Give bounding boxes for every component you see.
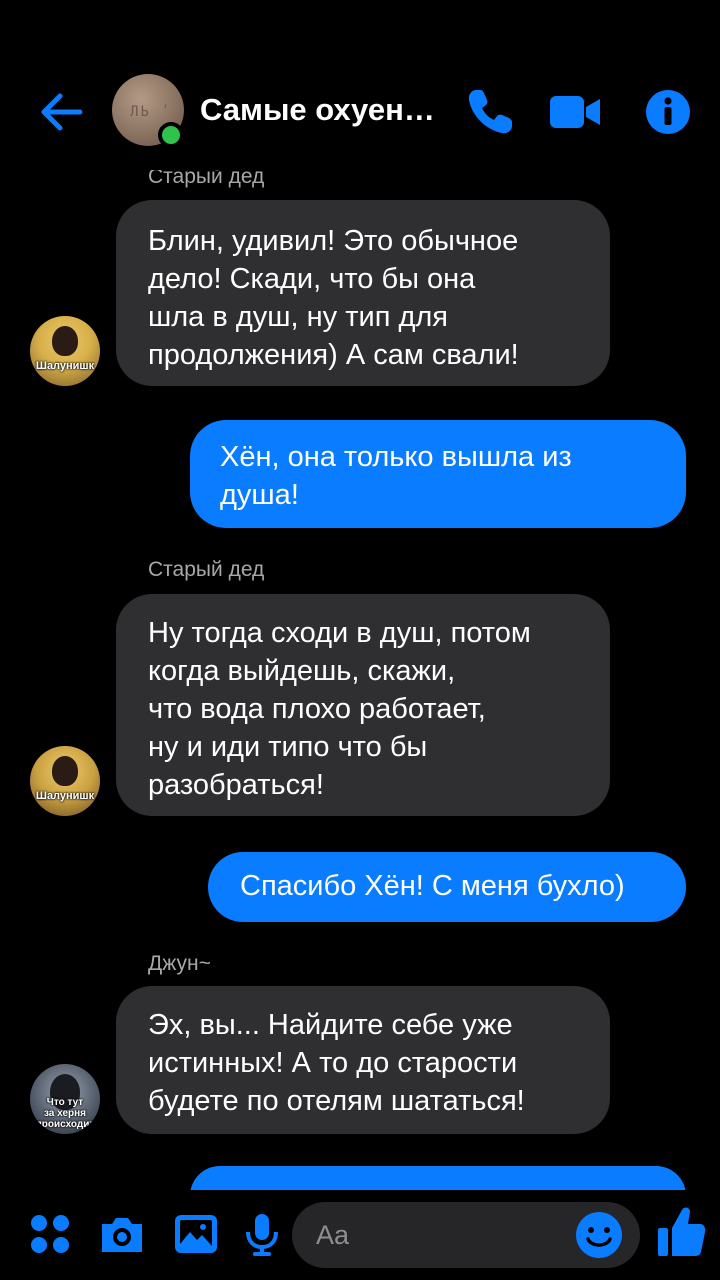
image-icon xyxy=(175,1215,217,1253)
message-line: что вода плохо работает, xyxy=(148,693,486,725)
message-line: Эх, вы... Найдите себе уже xyxy=(148,1009,513,1041)
message-line: когда выйдешь, скажи, xyxy=(148,655,456,687)
message-bubble-outgoing[interactable]: Спасибо Хён! С меня бухло) xyxy=(208,852,686,922)
message-input-placeholder: Aa xyxy=(316,1220,350,1250)
chat-title[interactable]: Самые охуен… xyxy=(200,92,435,128)
message-bubble-outgoing[interactable]: Хён, она только вышла из душа! xyxy=(190,420,686,528)
message-line: Ну тогда сходи в душ, потом xyxy=(148,617,531,649)
avatar-caption: Шалунишк xyxy=(35,790,95,802)
message-composer: Aa xyxy=(0,1190,720,1280)
message-line: шла в душ, ну тип для xyxy=(148,301,448,333)
message-bubble-incoming[interactable]: Эх, вы... Найдите себе уже истинных! А т… xyxy=(116,986,610,1134)
message-line: душа! xyxy=(220,479,299,511)
arrow-left-icon xyxy=(41,93,83,131)
message-line: Блин, удивил! Это обычное xyxy=(148,225,519,257)
sender-name: Старый дед xyxy=(148,558,265,581)
message-bubble-incoming[interactable]: Ну тогда сходи в душ, потом когда выйдеш… xyxy=(116,594,610,816)
message-line: Спасибо Хён! С меня бухло) xyxy=(240,870,625,902)
video-camera-icon xyxy=(550,96,600,128)
thumbs-up-icon xyxy=(658,1207,706,1256)
gallery-button[interactable] xyxy=(170,1208,222,1260)
message-line: разобраться! xyxy=(148,769,324,801)
sender-avatar[interactable]: Шалунишк xyxy=(30,746,100,816)
message-line: ну и иди типо что бы xyxy=(148,731,428,763)
microphone-icon xyxy=(246,1214,278,1256)
message-line: дело! Скади, что бы она xyxy=(148,263,476,295)
message-bubble-incoming[interactable]: Блин, удивил! Это обычное дело! Скади, ч… xyxy=(116,200,610,386)
like-button[interactable] xyxy=(654,1202,708,1262)
avatar-caption: Что тут за херня происходит xyxy=(35,1097,95,1130)
smiley-icon xyxy=(576,1212,622,1258)
message-line: будете по отелям шататься! xyxy=(148,1085,525,1117)
sender-avatar[interactable]: Шалунишк xyxy=(30,316,100,386)
message-input[interactable]: Aa xyxy=(292,1202,640,1268)
online-status-indicator xyxy=(158,122,184,148)
sender-avatar[interactable]: Что тут за херня происходит xyxy=(30,1064,100,1134)
chat-header: ЛЬ ʹ Самые охуен… xyxy=(0,0,720,170)
avatar-caption: Шалунишк xyxy=(35,360,95,372)
info-button[interactable] xyxy=(640,84,696,140)
message-line: продолжения) А сам свали! xyxy=(148,339,519,371)
back-button[interactable] xyxy=(36,86,88,138)
voice-call-button[interactable] xyxy=(462,84,518,140)
group-avatar-text: ЛЬ ʹ xyxy=(130,104,172,120)
voice-message-button[interactable] xyxy=(236,1208,288,1260)
phone-icon xyxy=(468,90,512,134)
message-line: Хён, она только вышла из xyxy=(220,441,572,473)
four-dots-icon xyxy=(31,1215,69,1253)
emoji-button[interactable] xyxy=(574,1210,624,1260)
camera-button[interactable] xyxy=(96,1208,148,1260)
more-actions-button[interactable] xyxy=(24,1208,76,1260)
camera-icon xyxy=(102,1218,142,1252)
video-call-button[interactable] xyxy=(546,84,602,140)
sender-name: Джун~ xyxy=(148,952,211,975)
info-icon xyxy=(646,90,690,134)
message-line: истинных! А то до старости xyxy=(148,1047,518,1079)
